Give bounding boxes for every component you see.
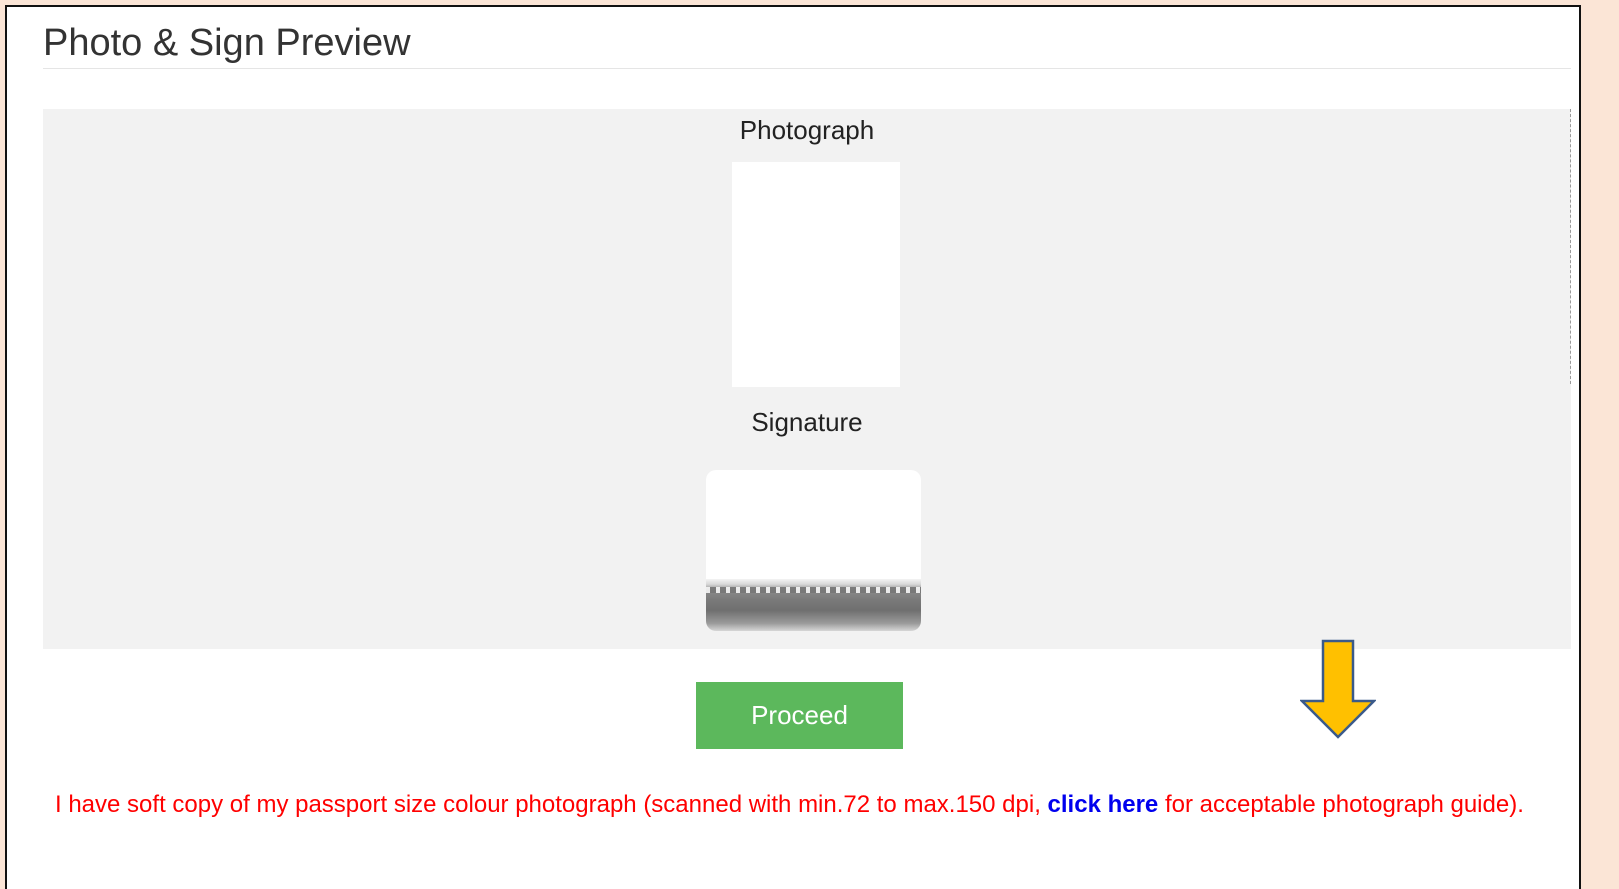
photo-requirement-notice: I have soft copy of my passport size col…: [55, 785, 1592, 825]
title-divider: [43, 68, 1571, 69]
photograph-preview: [732, 162, 900, 387]
proceed-button[interactable]: Proceed: [696, 682, 903, 749]
notice-text-before: I have soft copy of my passport size col…: [55, 791, 1048, 818]
preview-panel: Photograph Signature: [43, 109, 1571, 649]
panel-scroll-edge: [1570, 109, 1571, 384]
photograph-guide-link[interactable]: click here: [1048, 791, 1159, 818]
photograph-label: Photograph: [739, 115, 875, 145]
page-title: Photo & Sign Preview: [43, 22, 411, 64]
notice-text-after: for acceptable photograph guide).: [1158, 791, 1524, 818]
signature-image-dots: [706, 587, 921, 593]
signature-label: Signature: [751, 407, 863, 437]
down-arrow-icon: [1300, 639, 1376, 739]
preview-card: Photo & Sign Preview Photograph Signatur…: [5, 5, 1581, 889]
signature-preview: [706, 470, 921, 631]
